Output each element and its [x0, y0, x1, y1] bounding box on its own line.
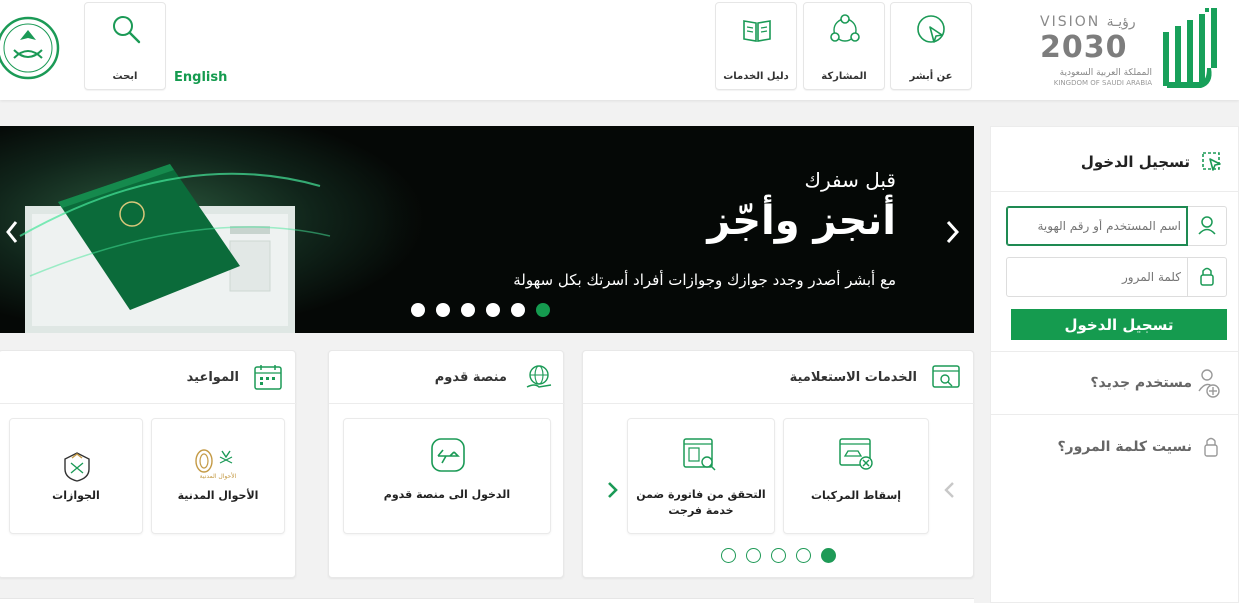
inquiry-card-title: الخدمات الاستعلامية [789, 370, 917, 385]
arrival-platform-card: منصة قدوم الدخول الى منصة قدوم [328, 350, 565, 578]
login-icon [1202, 152, 1221, 171]
card-page-dot[interactable] [771, 548, 786, 563]
banner-subtitle: مع أبشر أصدر وجدد جوازك وجوازات أفراد أس… [513, 271, 896, 289]
card-page-dot[interactable] [721, 548, 736, 563]
service-tile-farajat-invoice[interactable]: التحقق من فاتورة ضمن خدمة فرجت [627, 418, 775, 534]
search-button[interactable]: ابحث [84, 2, 166, 90]
nav-participation-label: المشاركة [821, 71, 867, 82]
nav-participation[interactable]: المشاركة [803, 2, 885, 90]
divider [583, 403, 975, 404]
nav-services-guide-label: دليل الخدمات [723, 71, 789, 82]
banner-dot[interactable] [436, 303, 450, 317]
lock-icon-box [1187, 257, 1227, 297]
top-header: VISION رؤيـة 2030 المملكة العربية السعود… [0, 0, 1239, 100]
service-tile-label: الدخول الى منصة قدوم [383, 488, 511, 501]
divider [329, 403, 565, 404]
nav-about-absher[interactable]: عن أبشر [890, 2, 972, 90]
inquiry-services-card: الخدمات الاستعلامية إسقاط المركبات التحق… [582, 350, 975, 578]
lock-icon [1200, 267, 1214, 286]
divider [991, 414, 1239, 415]
passports-emblem-icon [64, 452, 90, 482]
banner-dot[interactable] [411, 303, 425, 317]
appointment-tile-civil-affairs[interactable]: الأحوال المدنية الأحوال المدنية [151, 418, 285, 534]
lock-icon [1204, 437, 1218, 457]
language-switch[interactable]: English [174, 70, 227, 85]
divider [991, 351, 1239, 352]
new-user-link[interactable]: مستخدم جديد؟ [1090, 375, 1192, 391]
card-page-dot[interactable] [746, 548, 761, 563]
card-page-dot[interactable] [796, 548, 811, 563]
absher-logo[interactable] [1157, 6, 1223, 90]
banner-dot-active[interactable] [536, 303, 550, 317]
civil-affairs-logo-text: الأحوال المدنية [199, 473, 237, 480]
nav-about-label: عن أبشر [909, 71, 953, 82]
vision-top-text: VISION رؤيـة [1040, 14, 1136, 30]
book-icon [743, 20, 771, 42]
login-panel: تسجيل الدخول تسجيل الدخول مستخدم جديد؟ [990, 126, 1239, 415]
next-section-edge [0, 598, 974, 603]
divider [991, 191, 1239, 192]
service-tile-label: إسقاط المركبات [810, 489, 902, 502]
inquiry-screen-icon [932, 365, 960, 388]
user-icon-box [1187, 206, 1227, 246]
appointment-tile-passports[interactable]: الجوازات [9, 418, 143, 534]
vision-arabic-text: المملكة العربية السعودية [1059, 68, 1152, 78]
login-title: تسجيل الدخول [1080, 153, 1190, 171]
forgot-password-link[interactable]: نسيت كلمة المرور؟ [1057, 439, 1192, 455]
add-user-icon [1198, 369, 1220, 398]
appointment-tile-label: الأحوال المدنية [177, 489, 259, 502]
saudi-emblem-icon [0, 16, 60, 80]
vision-year: 2030 [1040, 30, 1128, 65]
search-label: ابحث [112, 71, 138, 82]
airplane-icon [431, 438, 465, 472]
forgot-password-panel: نسيت كلمة المرور؟ [990, 414, 1239, 603]
service-tile-vehicle-drop[interactable]: إسقاط المركبات [783, 418, 929, 534]
banner-dot[interactable] [511, 303, 525, 317]
pointer-click-icon [917, 15, 945, 43]
chevron-left-icon[interactable] [943, 481, 957, 499]
globe-hand-icon [526, 365, 552, 388]
banner-line1: قبل سفرك [804, 168, 897, 192]
card-page-dot-active[interactable] [821, 548, 836, 563]
vision-2030-logo: VISION رؤيـة 2030 المملكة العربية السعود… [1040, 14, 1152, 88]
password-input[interactable] [1006, 257, 1188, 297]
nav-services-guide[interactable]: دليل الخدمات [715, 2, 797, 90]
search-icon [113, 16, 141, 44]
vision-english-text: KINGDOM OF SAUDI ARABIA [1053, 79, 1152, 87]
arrival-card-title: منصة قدوم [434, 370, 507, 385]
banner-dot[interactable] [486, 303, 500, 317]
calendar-icon [254, 365, 282, 390]
participation-icon [830, 14, 860, 42]
user-icon [1198, 216, 1216, 235]
username-input[interactable] [1006, 206, 1188, 246]
appointments-card: المواعيد الأحوال المدنية الأحوال المدنية… [0, 350, 297, 578]
invoice-search-icon [683, 438, 716, 471]
appointments-card-title: المواعيد [186, 370, 239, 385]
vehicle-drop-icon [839, 438, 873, 470]
login-button[interactable]: تسجيل الدخول [1011, 309, 1227, 340]
service-tile-arrival-login[interactable]: الدخول الى منصة قدوم [343, 418, 551, 534]
chevron-right-icon[interactable] [605, 481, 619, 499]
banner-headline: أنجز وأجّز [707, 198, 896, 244]
appointment-tile-label: الجوازات [52, 489, 100, 502]
hero-banner: قبل سفرك أنجز وأجّز مع أبشر أصدر وجدد جو… [0, 126, 974, 333]
service-tile-label: التحقق من فاتورة ضمن خدمة فرجت [636, 488, 766, 517]
divider [0, 403, 297, 404]
banner-dot[interactable] [461, 303, 475, 317]
